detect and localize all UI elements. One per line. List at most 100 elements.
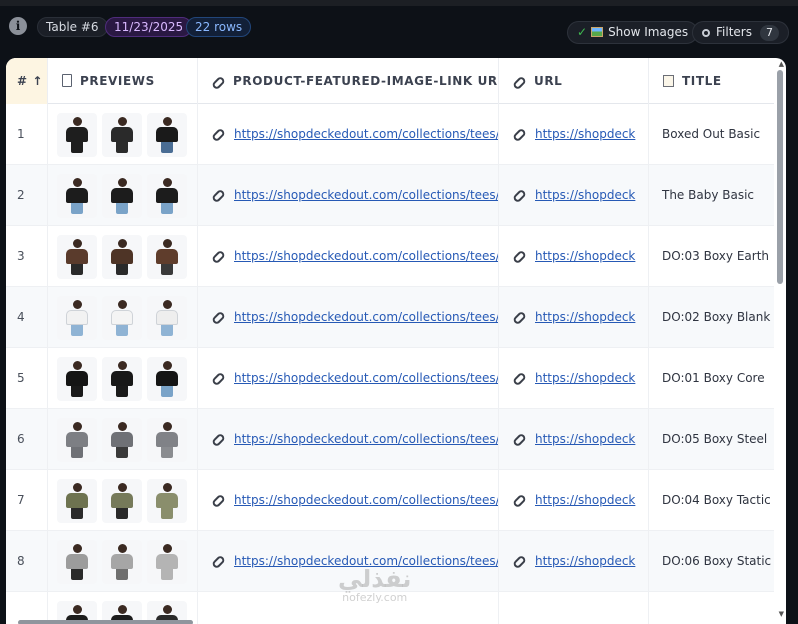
title-cell: Boxed Out Basic: [662, 127, 761, 141]
model-figure: [111, 117, 133, 153]
title-cell: DO:02 Boxy Blank: [662, 310, 771, 324]
column-header-previews[interactable]: PREVIEWS: [48, 58, 198, 104]
info-icon[interactable]: i: [9, 17, 27, 35]
column-header-featured-image-link[interactable]: PRODUCT-FEATURED-IMAGE-LINK URL: [198, 58, 499, 104]
filters-button[interactable]: Filters 7: [692, 21, 789, 44]
preview-thumbnail[interactable]: [57, 296, 97, 340]
link-icon: [211, 249, 226, 265]
memo-icon: [663, 75, 674, 87]
preview-thumbnail[interactable]: [57, 540, 97, 584]
model-figure: [66, 483, 88, 519]
featured-image-link-cell: https://shopdeckedout.com/collections/te…: [198, 348, 499, 409]
filters-count-badge: 7: [759, 25, 779, 41]
title-cell: DO:06 Boxy Static: [662, 554, 772, 568]
check-icon: ✓: [577, 25, 588, 39]
link-icon: [211, 75, 226, 91]
show-images-button[interactable]: ✓ Show Images: [567, 21, 699, 44]
url-link[interactable]: https://shopdeck: [535, 188, 635, 202]
featured-image-link[interactable]: https://shopdeckedout.com/collections/te…: [234, 371, 498, 385]
preview-thumbnail[interactable]: [102, 113, 142, 157]
column-header-url[interactable]: URL: [499, 58, 649, 104]
vertical-scrollbar[interactable]: [777, 70, 783, 284]
url-link[interactable]: https://shopdeck: [535, 127, 635, 141]
row-number: 4: [6, 287, 48, 348]
model-figure: [156, 300, 178, 336]
table-row[interactable]: 7 https://shopdeckedout.com/collections/t…: [6, 470, 774, 531]
preview-thumbnail[interactable]: [57, 418, 97, 462]
column-header-url-label: URL: [534, 74, 563, 88]
watermark: نفذلي nofezly.com: [338, 566, 411, 604]
link-icon: [512, 554, 527, 570]
url-link[interactable]: https://shopdeck: [535, 554, 635, 568]
row-number: 6: [6, 409, 48, 470]
preview-thumbnail[interactable]: [102, 235, 142, 279]
preview-thumbnail[interactable]: [147, 357, 187, 401]
model-figure: [111, 239, 133, 275]
previews-cell: [48, 531, 198, 592]
link-icon: [512, 493, 527, 509]
preview-thumbnail[interactable]: [57, 174, 97, 218]
preview-thumbnail[interactable]: [147, 296, 187, 340]
featured-image-link[interactable]: https://shopdeckedout.com/collections/te…: [234, 249, 498, 263]
url-link[interactable]: https://shopdeck: [535, 249, 635, 263]
model-figure: [66, 361, 88, 397]
filters-label: Filters: [716, 25, 752, 39]
featured-image-link[interactable]: https://shopdeckedout.com/collections/te…: [234, 310, 498, 324]
row-number: 5: [6, 348, 48, 409]
table-row[interactable]: 4 https://shopdeckedout.com/collections/t…: [6, 287, 774, 348]
preview-thumbnail[interactable]: [102, 296, 142, 340]
featured-image-link-cell: https://shopdeckedout.com/collections/te…: [198, 104, 499, 165]
url-link[interactable]: https://shopdeck: [535, 432, 635, 446]
featured-image-link-cell: https://shopdeckedout.com/collections/te…: [198, 165, 499, 226]
document-icon: [62, 74, 72, 87]
url-link[interactable]: https://shopdeck: [535, 371, 635, 385]
preview-thumbnail[interactable]: [147, 479, 187, 523]
horizontal-scrollbar[interactable]: [18, 620, 193, 624]
url-cell: https://shopdeck: [499, 348, 649, 409]
preview-thumbnail[interactable]: [147, 235, 187, 279]
preview-thumbnail[interactable]: [57, 235, 97, 279]
column-header-title[interactable]: TITLE: [649, 58, 774, 104]
table-row[interactable]: 6 https://shopdeckedout.com/collections/t…: [6, 409, 774, 470]
url-cell: https://shopdeck: [499, 470, 649, 531]
featured-image-link-cell: https://shopdeckedout.com/collections/te…: [198, 287, 499, 348]
table-chip: Table #6: [37, 17, 108, 37]
featured-image-link[interactable]: https://shopdeckedout.com/collections/te…: [234, 493, 498, 507]
model-figure: [66, 300, 88, 336]
column-header-number[interactable]: # ↑: [6, 58, 48, 104]
table-row[interactable]: 2 https://shopdeckedout.com/collections/t…: [6, 165, 774, 226]
url-link[interactable]: https://shopdeck: [535, 310, 635, 324]
preview-thumbnail[interactable]: [57, 479, 97, 523]
link-icon: [512, 75, 527, 91]
title-cell: DO:04 Boxy Tactic: [662, 493, 771, 507]
preview-thumbnail[interactable]: [147, 174, 187, 218]
table-row[interactable]: 5 https://shopdeckedout.com/collections/t…: [6, 348, 774, 409]
url-link[interactable]: https://shopdeck: [535, 493, 635, 507]
link-icon: [512, 127, 527, 143]
preview-thumbnail[interactable]: [102, 418, 142, 462]
previews-cell: [48, 165, 198, 226]
preview-thumbnail[interactable]: [57, 357, 97, 401]
table-row[interactable]: 1 https://shopdeckedout.com/collections/t…: [6, 104, 774, 165]
scroll-up-arrow-icon[interactable]: ▲: [779, 60, 784, 68]
preview-thumbnail[interactable]: [102, 357, 142, 401]
featured-image-link[interactable]: https://shopdeckedout.com/collections/te…: [234, 127, 498, 141]
preview-thumbnail[interactable]: [147, 540, 187, 584]
previews-cell: [48, 470, 198, 531]
model-figure: [156, 239, 178, 275]
scroll-down-arrow-icon[interactable]: ▼: [779, 610, 784, 618]
preview-thumbnail[interactable]: [102, 174, 142, 218]
preview-thumbnail[interactable]: [102, 479, 142, 523]
preview-thumbnail[interactable]: [102, 540, 142, 584]
preview-thumbnail[interactable]: [57, 113, 97, 157]
preview-thumbnail[interactable]: [147, 418, 187, 462]
preview-thumbnail[interactable]: [147, 113, 187, 157]
table-row[interactable]: 3 https://shopdeckedout.com/collections/t…: [6, 226, 774, 287]
previews-cell: [48, 287, 198, 348]
url-cell: https://shopdeck: [499, 287, 649, 348]
featured-image-link[interactable]: https://shopdeckedout.com/collections/te…: [234, 432, 498, 446]
title-cell: [649, 592, 774, 624]
url-cell: [499, 592, 649, 624]
data-table-panel: # ↑ PREVIEWS PRODUCT-FEATURED-IMAGE-LINK…: [6, 58, 786, 624]
featured-image-link[interactable]: https://shopdeckedout.com/collections/te…: [234, 188, 498, 202]
